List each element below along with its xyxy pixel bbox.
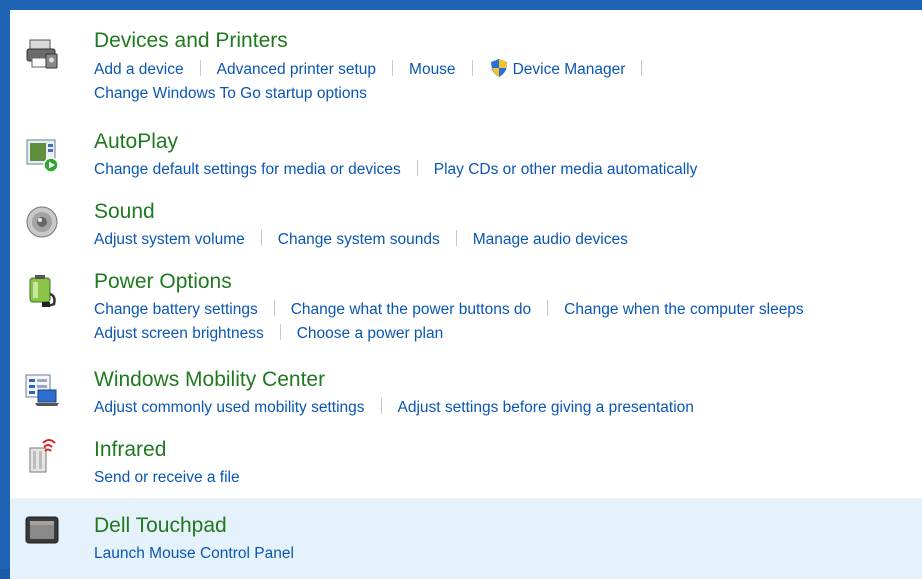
printer-icon bbox=[26, 39, 58, 69]
category-infrared: Infrared Send or receive a file bbox=[10, 434, 922, 490]
adjust-screen-brightness-link[interactable]: Adjust screen brightness bbox=[94, 325, 264, 342]
adjust-mobility-settings-link[interactable]: Adjust commonly used mobility settings bbox=[94, 399, 365, 416]
change-power-buttons-link[interactable]: Change what the power buttons do bbox=[291, 301, 531, 318]
change-when-computer-sleeps-link[interactable]: Change when the computer sleeps bbox=[564, 301, 804, 318]
battery-icon bbox=[29, 275, 56, 308]
separator bbox=[641, 60, 643, 76]
add-a-device-link[interactable]: Add a device bbox=[94, 61, 184, 78]
category-title[interactable]: Devices and Printers bbox=[94, 29, 288, 53]
category-windows-mobility-center: Windows Mobility Center Adjust commonly … bbox=[10, 364, 922, 420]
uac-shield-icon bbox=[490, 59, 507, 77]
separator bbox=[380, 398, 382, 414]
links-line: Adjust screen brightness Choose a power p… bbox=[94, 322, 443, 346]
category-devices-and-printers: Devices and Printers Add a device Advance… bbox=[10, 10, 922, 110]
separator bbox=[260, 230, 262, 246]
choose-power-plan-link[interactable]: Choose a power plan bbox=[297, 325, 444, 342]
links-line: Add a device Advanced printer setup Mouse D… bbox=[94, 58, 658, 82]
adjust-presentation-settings-link[interactable]: Adjust settings before giving a presenta… bbox=[398, 399, 694, 416]
separator bbox=[279, 324, 281, 340]
touchpad-icon bbox=[25, 516, 59, 544]
links-line: Change Windows To Go startup options bbox=[94, 82, 367, 106]
separator bbox=[416, 160, 418, 176]
separator bbox=[455, 230, 457, 246]
launch-mouse-control-panel-link[interactable]: Launch Mouse Control Panel bbox=[94, 545, 294, 562]
links-line: Change default settings for media or dev… bbox=[94, 158, 697, 182]
category-title[interactable]: Infrared bbox=[94, 438, 166, 462]
links-line: Adjust commonly used mobility settings Ad… bbox=[94, 396, 694, 420]
category-title[interactable]: Power Options bbox=[94, 270, 232, 294]
mobility-center-icon bbox=[25, 374, 59, 406]
device-manager-link[interactable]: Device Manager bbox=[513, 61, 626, 78]
category-title[interactable]: Sound bbox=[94, 200, 155, 224]
category-dell-touchpad[interactable]: Dell Touchpad Launch Mouse Control Panel bbox=[10, 498, 922, 579]
window-frame: Devices and Printers Add a device Advance… bbox=[0, 0, 922, 579]
autoplay-icon bbox=[26, 139, 59, 172]
change-default-settings-link[interactable]: Change default settings for media or dev… bbox=[94, 161, 401, 178]
separator bbox=[471, 60, 473, 76]
change-battery-settings-link[interactable]: Change battery settings bbox=[94, 301, 258, 318]
category-title[interactable]: Windows Mobility Center bbox=[94, 368, 325, 392]
advanced-printer-setup-link[interactable]: Advanced printer setup bbox=[217, 61, 376, 78]
category-title[interactable]: Dell Touchpad bbox=[94, 514, 227, 538]
play-cds-link[interactable]: Play CDs or other media automatically bbox=[434, 161, 698, 178]
links-line: Send or receive a file bbox=[94, 466, 240, 490]
speaker-icon bbox=[26, 206, 58, 238]
links-line: Launch Mouse Control Panel bbox=[94, 542, 294, 566]
send-or-receive-file-link[interactable]: Send or receive a file bbox=[94, 469, 240, 486]
change-windows-to-go-link[interactable]: Change Windows To Go startup options bbox=[94, 85, 367, 102]
adjust-system-volume-link[interactable]: Adjust system volume bbox=[94, 231, 245, 248]
category-power-options: Power Options Change battery settings Cha… bbox=[10, 266, 922, 350]
category-sound: Sound Adjust system volume Change system … bbox=[10, 196, 922, 252]
separator bbox=[199, 60, 201, 76]
separator bbox=[273, 300, 275, 316]
change-system-sounds-link[interactable]: Change system sounds bbox=[278, 231, 440, 248]
mouse-link[interactable]: Mouse bbox=[409, 61, 456, 78]
separator bbox=[547, 300, 549, 316]
links-line: Adjust system volume Change system sounds… bbox=[94, 228, 628, 252]
control-panel-hardware-and-sound: Devices and Printers Add a device Advance… bbox=[10, 10, 922, 579]
links-line: Change battery settings Change what the p… bbox=[94, 298, 804, 322]
separator bbox=[392, 60, 394, 76]
category-autoplay: AutoPlay Change default settings for med… bbox=[10, 126, 922, 182]
infrared-icon bbox=[29, 439, 56, 473]
category-title[interactable]: AutoPlay bbox=[94, 130, 178, 154]
manage-audio-devices-link[interactable]: Manage audio devices bbox=[473, 231, 628, 248]
